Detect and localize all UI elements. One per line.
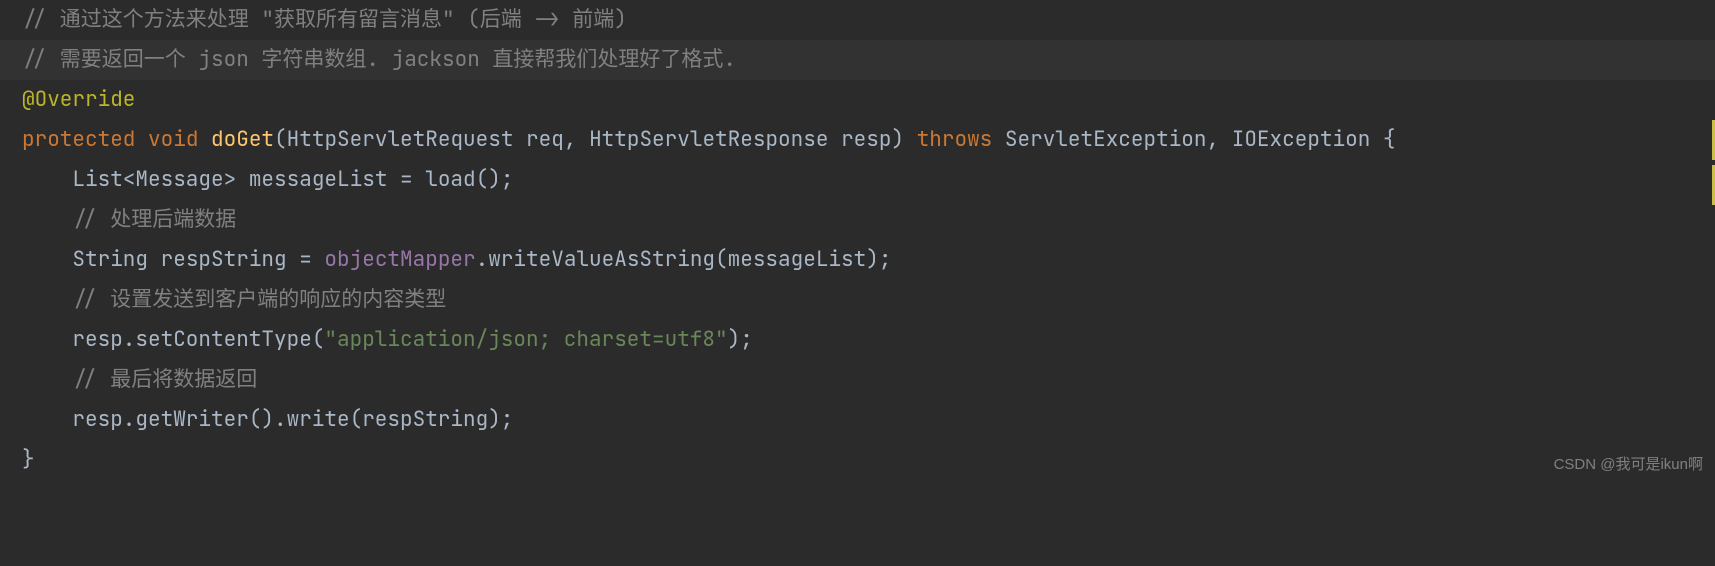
indent — [22, 246, 72, 273]
comment-text: // 处理后端数据 — [72, 206, 236, 233]
field-ref: objectMapper — [324, 246, 475, 273]
code-text: resp.setContentType( — [72, 326, 324, 353]
comment-text: // 需要返回一个 json 字符串数组. jackson 直接帮我们处理好了格… — [22, 46, 736, 73]
indent — [22, 206, 72, 233]
code-text: messageList = load(); — [236, 166, 513, 193]
code-line[interactable]: // 处理后端数据 — [0, 200, 1715, 240]
code-line[interactable]: resp.setContentType("application/json; c… — [0, 320, 1715, 360]
type: ServletException — [1005, 126, 1207, 153]
type: String — [72, 246, 148, 273]
indent — [22, 166, 72, 193]
type: IOException — [1232, 126, 1371, 153]
punct: { — [1370, 126, 1395, 153]
indent — [22, 406, 72, 433]
code-text: .writeValueAsString(messageList); — [476, 246, 892, 273]
keyword: throws — [917, 126, 993, 153]
code-line[interactable]: // 需要返回一个 json 字符串数组. jackson 直接帮我们处理好了格… — [0, 40, 1715, 80]
indent — [22, 286, 72, 313]
code-line[interactable]: // 最后将数据返回 — [0, 360, 1715, 400]
code-text: respString = — [148, 246, 324, 273]
string-literal: "application/json; charset=utf8" — [324, 326, 727, 353]
indent — [22, 366, 72, 393]
annotation: @Override — [22, 86, 135, 113]
code-line[interactable]: List<Message> messageList = load(); — [0, 160, 1715, 200]
comment-text: // 最后将数据返回 — [72, 366, 257, 393]
watermark-text: CSDN @我可是ikun啊 — [1554, 453, 1703, 474]
type: HttpServletResponse — [589, 126, 828, 153]
code-line[interactable]: resp.getWriter().write(respString); — [0, 400, 1715, 440]
method-name: doGet — [211, 126, 274, 153]
code-line[interactable]: // 设置发送到客户端的响应的内容类型 — [0, 280, 1715, 320]
punct: ) — [891, 126, 904, 153]
punct: , — [1207, 126, 1232, 153]
param: req — [513, 126, 563, 153]
type: HttpServletRequest — [287, 126, 514, 153]
indent — [22, 326, 72, 353]
punct: , — [564, 126, 589, 153]
type: List<Message> — [72, 166, 236, 193]
code-line[interactable]: String respString = objectMapper.writeVa… — [0, 240, 1715, 280]
code-line[interactable]: } — [0, 440, 1715, 480]
keyword: protected — [22, 126, 135, 153]
code-editor[interactable]: // 通过这个方法来处理 "获取所有留言消息" (后端 -> 前端) // 需要… — [0, 0, 1715, 480]
code-line[interactable]: @Override — [0, 80, 1715, 120]
comment-text: // 通过这个方法来处理 "获取所有留言消息" (后端 -> 前端) — [22, 6, 627, 33]
code-text: resp.getWriter().write(respString); — [72, 406, 513, 433]
keyword: void — [148, 126, 198, 153]
code-line[interactable]: protected void doGet(HttpServletRequest … — [0, 120, 1715, 160]
code-line[interactable]: // 通过这个方法来处理 "获取所有留言消息" (后端 -> 前端) — [0, 0, 1715, 40]
code-text: ); — [728, 326, 753, 353]
punct: ( — [274, 126, 287, 153]
comment-text: // 设置发送到客户端的响应的内容类型 — [72, 286, 446, 313]
punct: } — [22, 446, 35, 473]
param: resp — [828, 126, 891, 153]
